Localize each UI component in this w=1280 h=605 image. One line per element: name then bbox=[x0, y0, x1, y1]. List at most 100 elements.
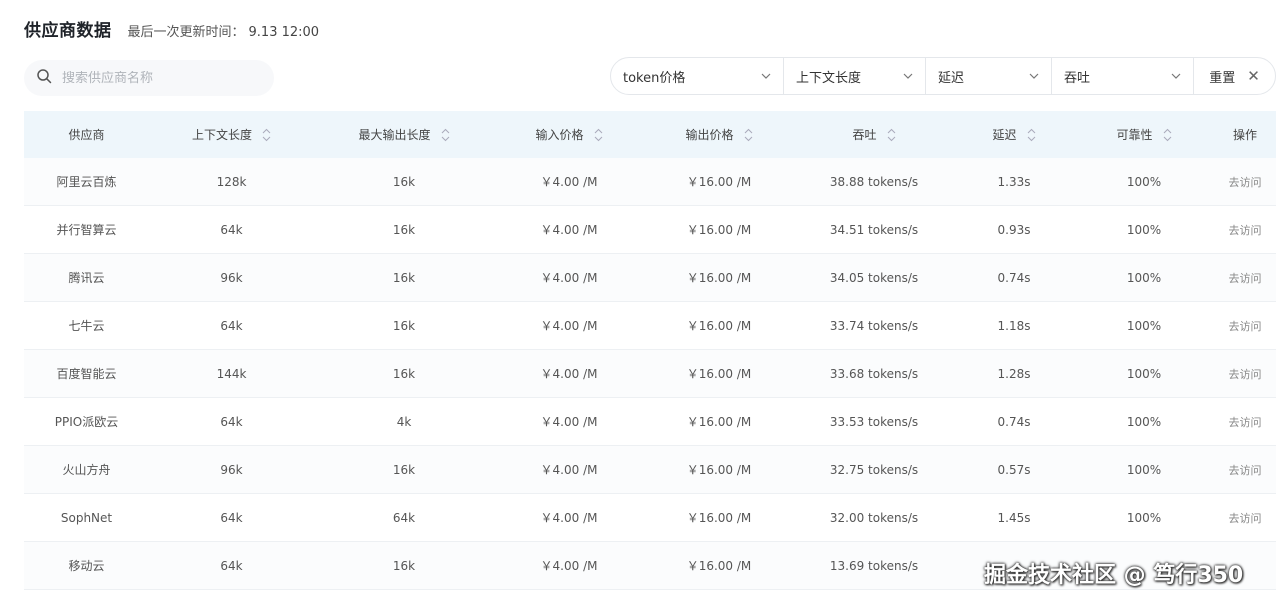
search-input[interactable] bbox=[62, 70, 252, 86]
watermark: 掘金技术社区 @ 笃行350 bbox=[984, 563, 1244, 588]
sort-icon[interactable] bbox=[1027, 128, 1036, 142]
cell-throughput: 38.88 tokens/s bbox=[829, 174, 919, 189]
table-row: SophNet 64k 64k ￥4.00 /M ￥16.00 /M 32.00 toke… bbox=[24, 494, 1276, 542]
search-box[interactable] bbox=[24, 60, 274, 96]
cell-context-length: 96k bbox=[220, 462, 243, 477]
visit-link[interactable]: 去访问 bbox=[1214, 494, 1276, 541]
page-title: 供应商数据 bbox=[24, 21, 112, 41]
column-header-action: 操作 bbox=[1232, 128, 1257, 142]
table-row: 并行智算云 64k 16k ￥4.00 /M ￥16.00 /M 34.51 tokens… bbox=[24, 206, 1276, 254]
cell-max-output: 16k bbox=[392, 462, 416, 477]
cell-provider: SophNet bbox=[60, 510, 113, 525]
cell-throughput: 33.53 tokens/s bbox=[829, 414, 919, 429]
cell-output-price: ￥16.00 /M bbox=[686, 463, 752, 477]
sort-icon[interactable] bbox=[1163, 128, 1172, 142]
cell-provider: 百度智能云 bbox=[56, 367, 117, 381]
column-header-latency[interactable]: 延迟 bbox=[954, 111, 1074, 158]
filter-bar: token价格 上下文长度 延迟 吞吐 重置 ✕ bbox=[610, 57, 1276, 95]
cell-output-price: ￥16.00 /M bbox=[686, 415, 752, 429]
table-row: 七牛云 64k 16k ￥4.00 /M ￥16.00 /M 33.74 tokens/s… bbox=[24, 302, 1276, 350]
cell-context-length: 144k bbox=[216, 366, 247, 381]
column-header-provider: 供应商 bbox=[68, 128, 105, 142]
cell-input-price: ￥4.00 /M bbox=[540, 223, 598, 237]
cell-max-output: 16k bbox=[392, 174, 416, 189]
visit-link[interactable]: 去访问 bbox=[1214, 398, 1276, 445]
cell-throughput: 33.74 tokens/s bbox=[829, 318, 919, 333]
cell-output-price: ￥16.00 /M bbox=[686, 319, 752, 333]
table-row: 阿里云百炼 128k 16k ￥4.00 /M ￥16.00 /M 38.88 token… bbox=[24, 158, 1276, 206]
cell-provider: 并行智算云 bbox=[56, 223, 117, 237]
cell-provider: 移动云 bbox=[68, 559, 105, 573]
cell-input-price: ￥4.00 /M bbox=[540, 271, 598, 285]
cell-reliability: 100% bbox=[1126, 462, 1162, 477]
filter-context-length[interactable]: 上下文长度 bbox=[784, 58, 926, 94]
column-header-output-price[interactable]: 输出价格 bbox=[644, 111, 794, 158]
cell-latency: 0.93s bbox=[997, 222, 1031, 237]
sort-icon[interactable] bbox=[441, 128, 450, 142]
cell-provider: 七牛云 bbox=[68, 319, 105, 333]
column-header-max-output[interactable]: 最大输出长度 bbox=[314, 111, 494, 158]
cell-max-output: 16k bbox=[392, 558, 416, 573]
visit-link[interactable]: 去访问 bbox=[1214, 158, 1276, 205]
cell-reliability: 100% bbox=[1126, 270, 1162, 285]
cell-reliability: 100% bbox=[1126, 414, 1162, 429]
cell-reliability: 100% bbox=[1126, 366, 1162, 381]
visit-link[interactable]: 去访问 bbox=[1214, 350, 1276, 397]
cell-throughput: 32.75 tokens/s bbox=[829, 462, 919, 477]
update-time-label: 最后一次更新时间： bbox=[127, 25, 245, 40]
close-icon: ✕ bbox=[1247, 67, 1260, 85]
cell-latency: 0.57s bbox=[997, 462, 1031, 477]
cell-throughput: 13.69 tokens/s bbox=[829, 558, 919, 573]
visit-link[interactable]: 去访问 bbox=[1214, 446, 1276, 493]
sort-icon[interactable] bbox=[262, 128, 271, 142]
column-header-input-price[interactable]: 输入价格 bbox=[494, 111, 644, 158]
sort-icon[interactable] bbox=[744, 128, 753, 142]
cell-throughput: 33.68 tokens/s bbox=[829, 366, 919, 381]
cell-input-price: ￥4.00 /M bbox=[540, 511, 598, 525]
cell-reliability: 100% bbox=[1126, 318, 1162, 333]
cell-reliability: 100% bbox=[1126, 510, 1162, 525]
cell-context-length: 64k bbox=[220, 318, 243, 333]
cell-input-price: ￥4.00 /M bbox=[540, 367, 598, 381]
filter-label: 上下文长度 bbox=[796, 70, 862, 86]
cell-output-price: ￥16.00 /M bbox=[686, 367, 752, 381]
cell-throughput: 34.05 tokens/s bbox=[829, 270, 919, 285]
reset-button[interactable]: 重置 ✕ bbox=[1194, 58, 1275, 94]
cell-provider: 火山方舟 bbox=[62, 463, 111, 477]
filter-throughput[interactable]: 吞吐 bbox=[1052, 58, 1194, 94]
cell-context-length: 64k bbox=[220, 558, 243, 573]
cell-provider: PPIO派欧云 bbox=[54, 415, 119, 429]
filter-latency[interactable]: 延迟 bbox=[926, 58, 1052, 94]
cell-max-output: 16k bbox=[392, 222, 416, 237]
cell-provider: 腾讯云 bbox=[68, 271, 105, 285]
filter-token-price[interactable]: token价格 bbox=[611, 58, 784, 94]
cell-max-output: 16k bbox=[392, 366, 416, 381]
sort-icon[interactable] bbox=[887, 128, 896, 142]
cell-max-output: 16k bbox=[392, 270, 416, 285]
column-header-reliability[interactable]: 可靠性 bbox=[1074, 111, 1214, 158]
filter-label: 吞吐 bbox=[1064, 70, 1091, 86]
chevron-down-icon bbox=[761, 73, 771, 79]
visit-link[interactable]: 去访问 bbox=[1214, 206, 1276, 253]
table-row: 火山方舟 96k 16k ￥4.00 /M ￥16.00 /M 32.75 tokens/… bbox=[24, 446, 1276, 494]
cell-max-output: 4k bbox=[396, 414, 412, 429]
column-header-context-length[interactable]: 上下文长度 bbox=[149, 111, 314, 158]
cell-output-price: ￥16.00 /M bbox=[686, 511, 752, 525]
cell-output-price: ￥16.00 /M bbox=[686, 271, 752, 285]
cell-max-output: 64k bbox=[392, 510, 416, 525]
cell-output-price: ￥16.00 /M bbox=[686, 175, 752, 189]
visit-link[interactable]: 去访问 bbox=[1214, 302, 1276, 349]
update-time-value: 9.13 12:00 bbox=[248, 25, 320, 40]
chevron-down-icon bbox=[903, 73, 913, 79]
cell-throughput: 34.51 tokens/s bbox=[829, 222, 919, 237]
table-row: PPIO派欧云 64k 4k ￥4.00 /M ￥16.00 /M 33.53 token… bbox=[24, 398, 1276, 446]
visit-link[interactable]: 去访问 bbox=[1214, 254, 1276, 301]
sort-icon[interactable] bbox=[594, 128, 603, 142]
filter-label: token价格 bbox=[623, 70, 686, 86]
search-icon bbox=[36, 68, 52, 88]
column-header-throughput[interactable]: 吞吐 bbox=[794, 111, 954, 158]
table-row: 百度智能云 144k 16k ￥4.00 /M ￥16.00 /M 33.68 token… bbox=[24, 350, 1276, 398]
page-header: 供应商数据 最后一次更新时间： 9.13 12:00 bbox=[24, 16, 320, 41]
cell-input-price: ￥4.00 /M bbox=[540, 175, 598, 189]
cell-context-length: 128k bbox=[216, 174, 247, 189]
